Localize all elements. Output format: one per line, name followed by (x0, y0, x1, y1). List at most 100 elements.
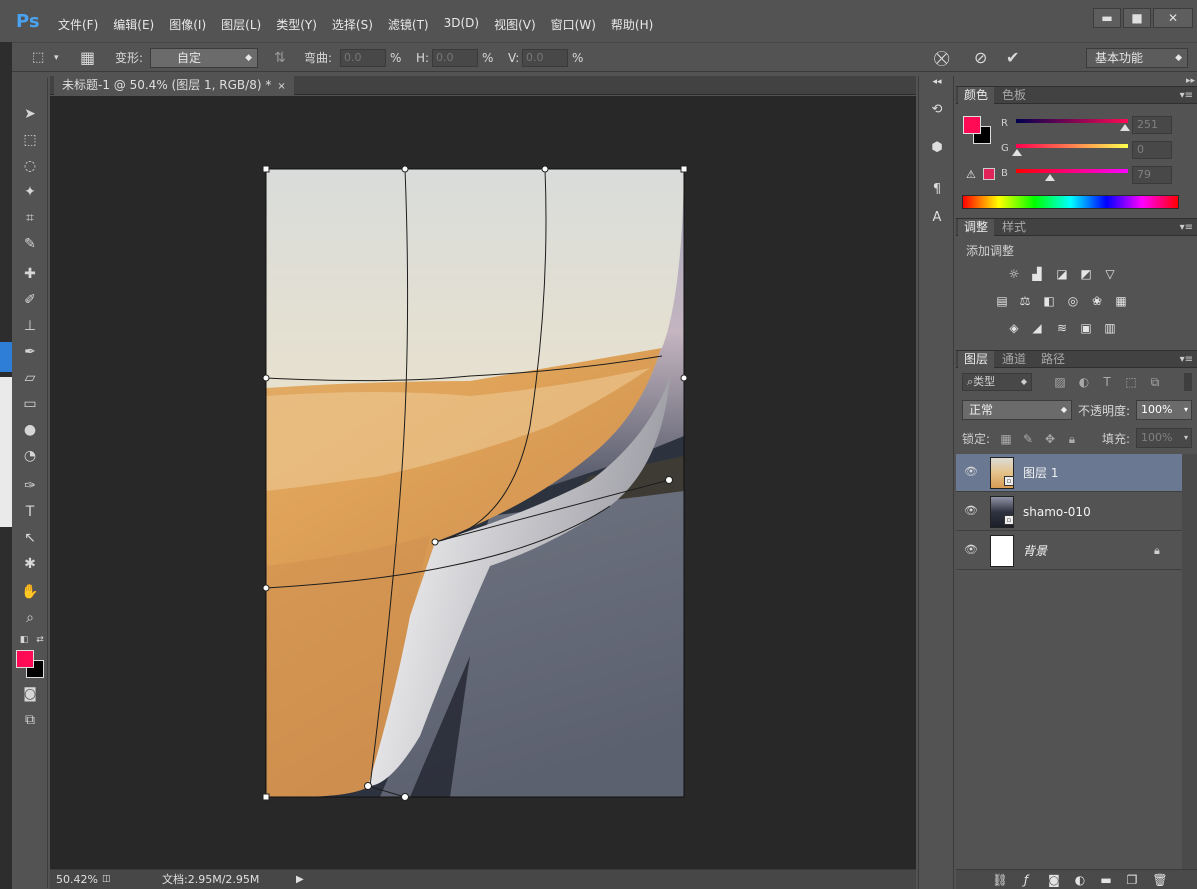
crop-tool-icon[interactable]: ⌗ (20, 208, 40, 228)
layer-row[interactable]: 👁︎ 背景 🔒︎ (956, 532, 1182, 570)
menu-view[interactable]: 视图(V) (494, 16, 536, 33)
menu-layer[interactable]: 图层(L) (221, 16, 261, 33)
layer-row[interactable]: 👁︎ ▫ shamo-010 (956, 493, 1182, 531)
tool-preset-arrow-icon[interactable]: ▾ (54, 43, 59, 73)
gradient-tool-icon[interactable]: ▭ (20, 394, 40, 414)
history-brush-tool-icon[interactable]: ✒ (20, 342, 40, 362)
fill-input[interactable]: 100% ▾ (1136, 428, 1192, 448)
status-toggle-icon[interactable]: ◫ (102, 870, 111, 889)
filter-toggle[interactable] (1184, 373, 1192, 391)
selective-color-icon[interactable]: ▣ (1078, 321, 1094, 335)
color-balance-icon[interactable]: ⚖ (1017, 294, 1033, 308)
collapse-arrows-icon[interactable]: ◂◂ (927, 76, 947, 88)
layer-name[interactable]: shamo-010 (1023, 493, 1091, 531)
eraser-tool-icon[interactable]: ▱ (20, 368, 40, 388)
threshold-icon[interactable]: ≋ (1054, 321, 1070, 335)
clone-stamp-tool-icon[interactable]: ⊥ (20, 316, 40, 336)
commit-transform-icon[interactable]: ✔ (1006, 43, 1019, 73)
v-distortion-input[interactable]: 0.0 (522, 49, 568, 67)
layer-style-fx-icon[interactable]: ƒ (1018, 873, 1034, 887)
hue-saturation-icon[interactable]: ▤ (994, 294, 1010, 308)
3d-panel-icon[interactable]: ⬢ (927, 138, 947, 158)
swap-colors-icon[interactable]: ⇄ (30, 630, 50, 650)
channel-mixer-icon[interactable]: ❀ (1089, 294, 1105, 308)
lasso-tool-icon[interactable]: ◌ (20, 156, 40, 176)
tab-styles[interactable]: 样式 (996, 219, 1032, 236)
panel-menu-icon[interactable]: ▾≡ (1180, 351, 1193, 368)
red-slider-thumb[interactable] (1120, 124, 1130, 131)
filter-adjustment-icon[interactable]: ◐ (1076, 375, 1092, 389)
maximize-button[interactable]: ■ (1123, 8, 1151, 28)
menu-image[interactable]: 图像(I) (169, 16, 206, 33)
reference-point-grid-icon[interactable]: ▦ (80, 43, 95, 73)
color-lookup-icon[interactable]: ▦ (1113, 294, 1129, 308)
history-panel-icon[interactable]: ⟲ (927, 100, 947, 120)
link-layers-icon[interactable]: ⛓ (992, 873, 1008, 887)
black-white-icon[interactable]: ◧ (1041, 294, 1057, 308)
blend-mode-select[interactable]: 正常 ◆ (962, 400, 1072, 420)
color-spectrum-bar[interactable] (962, 195, 1179, 209)
photo-filter-icon[interactable]: ◎ (1065, 294, 1081, 308)
new-adjustment-layer-icon[interactable]: ◐ (1072, 873, 1088, 887)
zoom-level[interactable]: 50.42% (56, 870, 98, 889)
blue-value-input[interactable]: 79 (1132, 166, 1172, 184)
tab-adjustments[interactable]: 调整 (958, 219, 995, 236)
brightness-contrast-icon[interactable]: ☼ (1006, 267, 1022, 281)
blue-slider-thumb[interactable] (1045, 174, 1055, 181)
new-layer-icon[interactable]: ❐ (1124, 873, 1140, 887)
paragraph-panel-icon[interactable]: ¶ (927, 180, 947, 200)
marquee-tool-icon[interactable]: ⬚ (20, 130, 40, 150)
green-slider-track[interactable] (1016, 144, 1128, 148)
filter-type-icon[interactable]: T (1099, 375, 1115, 389)
minimize-button[interactable]: ▬ (1093, 8, 1121, 28)
menu-filter[interactable]: 滤镜(T) (388, 16, 429, 33)
tab-paths[interactable]: 路径 (1035, 351, 1071, 368)
menu-window[interactable]: 窗口(W) (551, 16, 596, 33)
panel-collapse-icon[interactable]: ▸▸ (1186, 76, 1195, 86)
add-mask-icon[interactable]: ◙ (1046, 873, 1062, 887)
menu-file[interactable]: 文件(F) (58, 16, 98, 33)
brush-tool-icon[interactable]: ✐ (20, 290, 40, 310)
panel-menu-icon[interactable]: ▾≡ (1180, 219, 1193, 236)
menu-edit[interactable]: 编辑(E) (113, 16, 154, 33)
opacity-arrow-icon[interactable]: ▾ (1184, 401, 1188, 419)
puppet-warp-toggle-icon[interactable]: ⛒ (934, 43, 949, 73)
panel-menu-icon[interactable]: ▾≡ (1180, 87, 1193, 104)
filter-shape-icon[interactable]: ⬚ (1123, 375, 1139, 389)
exposure-icon[interactable]: ◩ (1078, 267, 1094, 281)
bend-input[interactable]: 0.0 (340, 49, 386, 67)
healing-brush-tool-icon[interactable]: ✚ (20, 264, 40, 284)
blur-tool-icon[interactable]: ● (20, 420, 40, 440)
hand-tool-icon[interactable]: ✋ (20, 582, 40, 602)
gamut-warning-icon[interactable]: ⚠ (966, 168, 976, 181)
visibility-eye-icon[interactable]: 👁︎ (964, 544, 978, 556)
type-tool-icon[interactable]: T (20, 502, 40, 522)
curves-icon[interactable]: ◪ (1054, 267, 1070, 281)
magic-wand-tool-icon[interactable]: ✦ (20, 182, 40, 202)
filter-smart-object-icon[interactable]: ⧉ (1147, 375, 1163, 389)
layer-row[interactable]: 👁︎ ▫ 图层 1 (956, 454, 1182, 492)
move-tool-icon[interactable]: ➤ (20, 104, 40, 124)
warp-orientation-icon[interactable]: ⇅ (274, 43, 286, 73)
layers-scrollbar[interactable] (1182, 454, 1197, 874)
green-slider-thumb[interactable] (1012, 149, 1022, 156)
color-panel-foreground-swatch[interactable] (963, 116, 981, 134)
menu-select[interactable]: 选择(S) (332, 16, 373, 33)
screen-mode-icon[interactable]: ⧉ (20, 710, 40, 730)
document-tab[interactable]: 未标题-1 @ 50.4% (图层 1, RGB/8) * × (54, 76, 294, 95)
vibrance-icon[interactable]: ▽ (1102, 267, 1118, 281)
invert-icon[interactable]: ◈ (1006, 321, 1022, 335)
tab-color[interactable]: 颜色 (958, 87, 995, 104)
lock-all-icon[interactable]: 🔒︎ (1064, 432, 1080, 446)
foreground-color-swatch[interactable] (16, 650, 34, 668)
warp-style-select[interactable]: 自定 ◆ (150, 48, 258, 68)
zoom-tool-icon[interactable]: ⌕ (20, 608, 40, 628)
tab-swatches[interactable]: 色板 (996, 87, 1032, 104)
lock-transparent-icon[interactable]: ▦ (998, 432, 1014, 446)
menu-3d[interactable]: 3D(D) (444, 16, 479, 33)
eyedropper-tool-icon[interactable]: ✎ (20, 234, 40, 254)
custom-shape-tool-icon[interactable]: ✱ (20, 554, 40, 574)
lock-pixels-icon[interactable]: ✎ (1020, 432, 1036, 446)
status-menu-arrow-icon[interactable]: ▶ (296, 870, 304, 889)
lock-position-icon[interactable]: ✥ (1042, 432, 1058, 446)
